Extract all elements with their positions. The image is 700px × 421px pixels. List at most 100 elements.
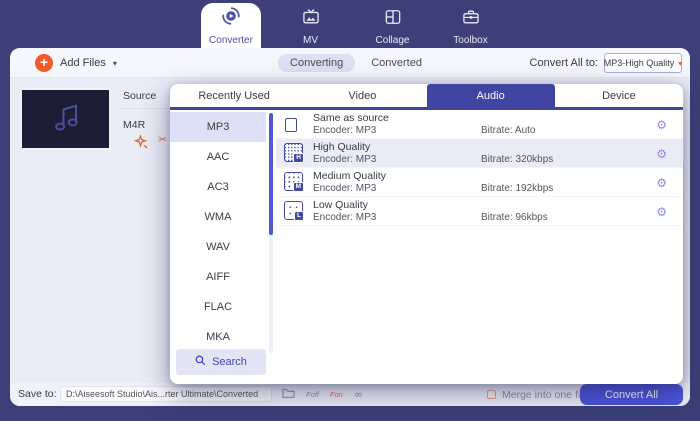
popup-tab[interactable]: Device [555, 84, 683, 107]
popup-tab-label: Device [602, 90, 636, 102]
format-list-scrollbar[interactable] [269, 113, 273, 353]
file-format-label: M4R [123, 119, 145, 131]
profile-list: Same as source Encoder: MP3 Bitrate: Aut… [276, 110, 683, 381]
profile-name: Medium Quality [313, 170, 386, 182]
toolbox-briefcase-icon [461, 7, 481, 32]
popup-tab[interactable]: Recently Used [170, 84, 298, 107]
format-item-label: MP3 [207, 121, 230, 133]
popup-body: MP3 AAC AC3 WMA [170, 110, 683, 381]
format-item[interactable]: WAV [170, 232, 266, 262]
format-item[interactable]: MKA [170, 322, 266, 352]
profile-bitrate: Bitrate: Auto [481, 125, 535, 136]
convert-all-button[interactable]: Convert All [580, 384, 683, 405]
tab-converter[interactable]: Converter [201, 3, 261, 48]
footer-icons: Foff Fon ∞ [282, 383, 363, 406]
format-item[interactable]: AAC [170, 142, 266, 172]
profile-row[interactable]: Medium Quality Encoder: MP3 Bitrate: 192… [276, 168, 683, 197]
add-files-button[interactable]: + Add Files ▾ [35, 48, 117, 78]
tab-toolbox[interactable]: Toolbox [443, 6, 498, 46]
music-note-icon [46, 98, 86, 141]
profile-quality-icon [284, 201, 303, 220]
tab-collage-label: Collage [376, 35, 410, 46]
merge-label: Merge into one file [502, 389, 588, 401]
profile-encoder: Encoder: MP3 [313, 154, 376, 165]
profile-name: Low Quality [313, 199, 368, 211]
output-profile-dropdown[interactable]: MP3-High Quality ▾ [604, 53, 682, 73]
tab-converter-label: Converter [209, 35, 253, 46]
popup-tabs: Recently Used Video Audio Device [170, 84, 683, 110]
format-item-label: AIFF [206, 271, 230, 283]
search-button[interactable]: Search [176, 349, 266, 375]
search-label: Search [212, 356, 247, 368]
gear-icon[interactable]: ⚙ [656, 118, 667, 132]
gear-icon[interactable]: ⚙ [656, 205, 667, 219]
profile-name: High Quality [313, 141, 370, 153]
format-picker-popup: Recently Used Video Audio Device [170, 84, 683, 384]
tab-collage[interactable]: Collage [365, 6, 420, 46]
profile-row[interactable]: Same as source Encoder: MP3 Bitrate: Aut… [276, 110, 683, 139]
profile-bitrate: Bitrate: 320kbps [481, 154, 553, 165]
popup-tab[interactable]: Audio [427, 84, 555, 107]
merge-checkbox-group[interactable]: Merge into one file [487, 383, 588, 406]
hw-accel-off-icon[interactable]: Foff [306, 390, 319, 399]
gear-icon[interactable]: ⚙ [656, 176, 667, 190]
toolbar: + Add Files ▾ Converting Converted Conve… [10, 48, 690, 78]
file-thumbnail [20, 88, 111, 150]
chevron-down-icon: ▾ [678, 59, 682, 68]
format-item[interactable]: FLAC [170, 292, 266, 322]
gear-icon[interactable]: ⚙ [656, 147, 667, 161]
format-item[interactable]: AIFF [170, 262, 266, 292]
search-icon [195, 355, 206, 369]
cut-scissors-icon[interactable]: ✂ [158, 133, 167, 146]
format-item-label: MKA [206, 331, 230, 343]
profile-row[interactable]: High Quality Encoder: MP3 Bitrate: 320kb… [276, 139, 683, 168]
popup-tab-label: Audio [477, 90, 505, 102]
hw-accel-on-icon[interactable]: Fon [330, 390, 343, 399]
mv-tv-icon [301, 7, 321, 32]
converted-tab[interactable]: Converted [371, 57, 422, 69]
profile-encoder: Encoder: MP3 [313, 183, 376, 194]
profile-quality-icon [284, 172, 303, 191]
edit-wand-icon[interactable] [134, 135, 148, 154]
profile-quality-icon [284, 143, 303, 162]
scrollbar-thumb[interactable] [269, 113, 273, 235]
loop-icon[interactable]: ∞ [354, 388, 363, 401]
convert-all-to-group: Convert All to: MP3-High Quality ▾ [530, 48, 682, 78]
format-item-label: AC3 [207, 181, 228, 193]
format-item-label: WMA [205, 211, 232, 223]
save-path-field[interactable]: D:\Aiseesoft Studio\Ais...rter Ultimate\… [60, 386, 272, 402]
convert-all-to-label: Convert All to: [530, 57, 598, 69]
tab-toolbox-label: Toolbox [453, 35, 487, 46]
format-item[interactable]: MP3 [170, 112, 266, 142]
profile-bitrate: Bitrate: 192kbps [481, 183, 553, 194]
profile-encoder: Encoder: MP3 [313, 212, 376, 223]
profile-row[interactable]: Low Quality Encoder: MP3 Bitrate: 96kbps… [276, 197, 683, 226]
profile-bitrate: Bitrate: 96kbps [481, 212, 548, 223]
collage-grid-icon [383, 7, 403, 32]
profile-name: Same as source [313, 112, 389, 124]
file-source-label: Source [123, 90, 156, 102]
add-files-label: Add Files [60, 57, 106, 69]
popup-tab-label: Recently Used [198, 90, 270, 102]
format-item-label: FLAC [204, 301, 232, 313]
plus-circle-icon: + [35, 54, 53, 72]
open-folder-icon[interactable] [282, 386, 295, 404]
tab-mv[interactable]: MV [283, 6, 338, 46]
converter-icon [220, 5, 242, 32]
format-item-label: WAV [206, 241, 230, 253]
merge-checkbox[interactable] [487, 390, 496, 399]
tab-mv-label: MV [303, 35, 318, 46]
chevron-down-icon[interactable]: ▾ [113, 59, 117, 68]
format-item[interactable]: AC3 [170, 172, 266, 202]
format-sidebar: MP3 AAC AC3 WMA [170, 110, 276, 381]
popup-tab[interactable]: Video [298, 84, 426, 107]
footer-bar: Save to: D:\Aiseesoft Studio\Ais...rter … [10, 383, 690, 406]
format-item[interactable]: WMA [170, 202, 266, 232]
popup-tab-label: Video [348, 90, 376, 102]
converting-tab[interactable]: Converting [278, 54, 355, 72]
profile-quality-icon [284, 114, 303, 133]
save-to-label: Save to: [18, 383, 57, 406]
format-list: MP3 AAC AC3 WMA [170, 112, 276, 352]
output-profile-value: MP3-High Quality [604, 58, 675, 68]
profile-encoder: Encoder: MP3 [313, 125, 376, 136]
